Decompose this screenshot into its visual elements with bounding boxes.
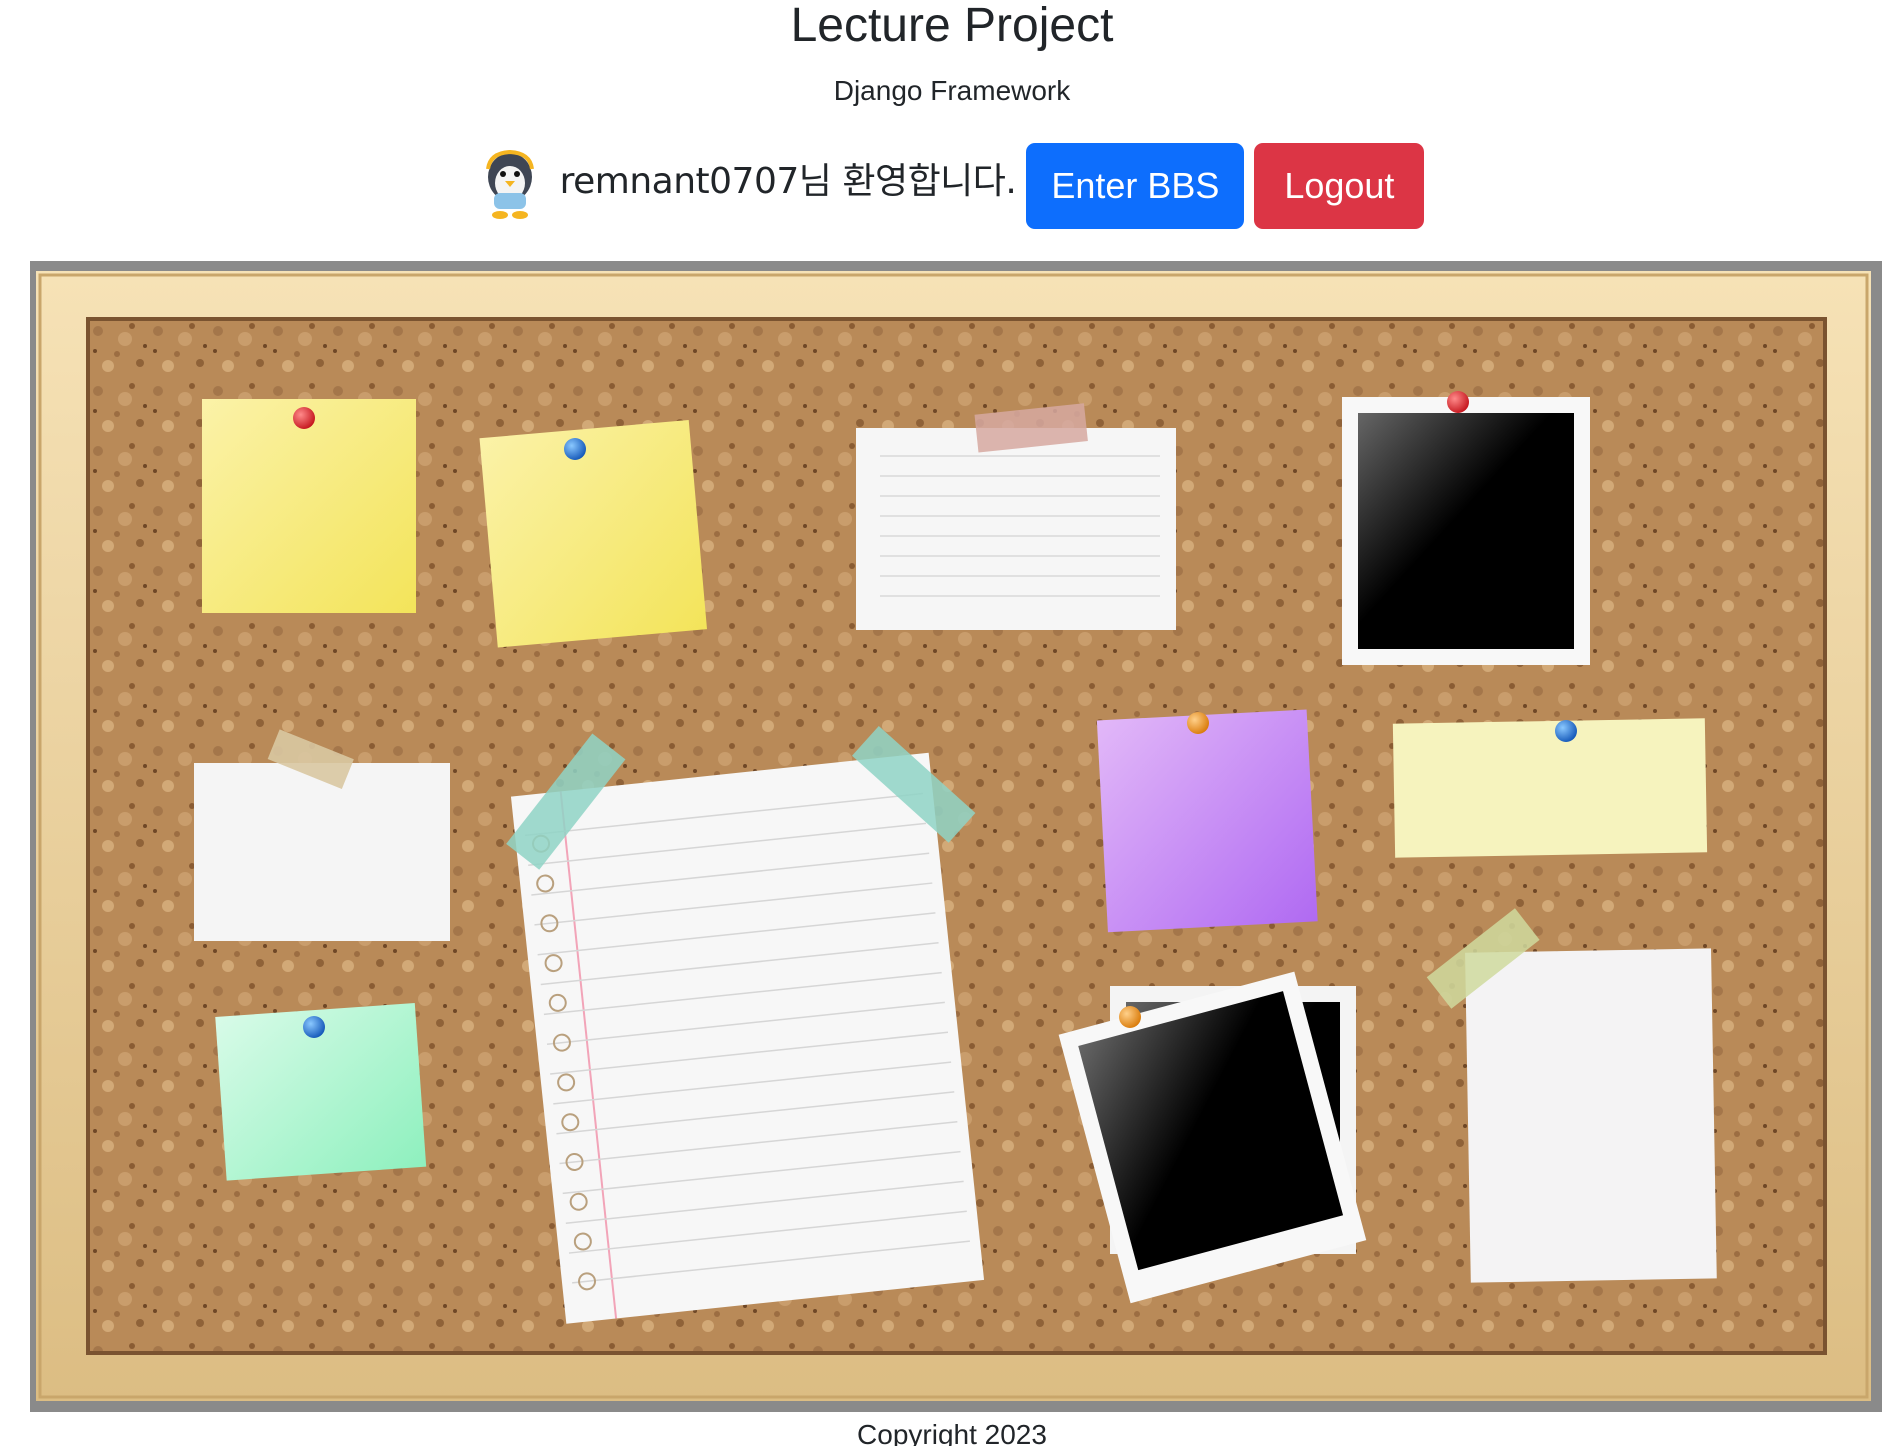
penguin-avatar-icon xyxy=(485,149,534,219)
page-subtitle: Django Framework xyxy=(833,75,1071,106)
logout-button[interactable]: Logout xyxy=(1254,143,1425,229)
page-title: Lecture Project xyxy=(790,0,1114,52)
enter-bbs-button[interactable]: Enter BBS xyxy=(1026,143,1245,229)
user-bar: remnant0707님 환영합니다. Enter BBS Logout xyxy=(0,143,1904,229)
page: Lecture Project Django Framework remnant… xyxy=(0,0,1904,1446)
corkboard-image xyxy=(30,261,1882,1412)
footer-copyright: Copyright 2023 xyxy=(857,1419,1047,1446)
welcome-message: remnant0707님 환영합니다. xyxy=(559,161,1017,202)
